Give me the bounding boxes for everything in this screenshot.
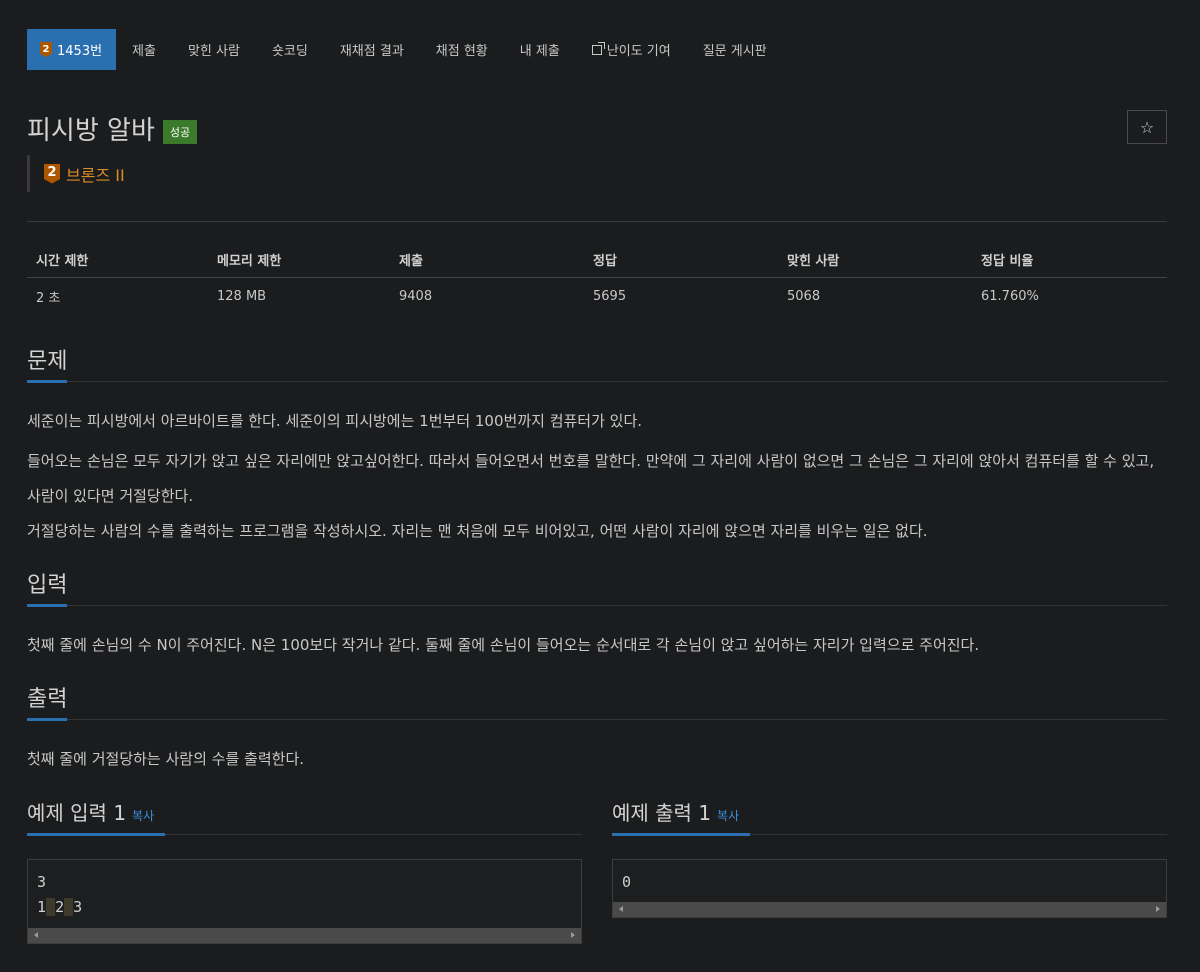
section-title: 입력: [27, 573, 68, 598]
heading-underline: [27, 604, 67, 607]
example-output-box[interactable]: 0: [612, 859, 1167, 918]
table-row: 2 초 128 MB 9408 5695 5068 61.760%: [27, 278, 1167, 314]
example-output-heading: 예제 출력 1 복사: [612, 797, 1167, 836]
table-header-cell: 맞힌 사람: [787, 253, 840, 269]
example-title: 예제 입력 1: [27, 801, 127, 825]
tab-rejudge-results[interactable]: 재채점 결과: [324, 29, 420, 70]
input-description: 첫째 줄에 손님의 수 N이 주어진다. N은 100보다 작거나 같다. 둘째…: [27, 636, 980, 654]
tab-label: 1453번: [57, 44, 103, 59]
example-input-box[interactable]: 3 1 2 3: [27, 859, 582, 944]
status-badge: 성공: [162, 119, 198, 144]
scroll-left-arrow-icon[interactable]: [619, 906, 623, 912]
example-title: 예제 출력 1: [612, 801, 712, 825]
heading-underline: [612, 833, 750, 836]
table-header-cell: 정답 비율: [981, 253, 1034, 269]
horizontal-scrollbar[interactable]: [613, 902, 1166, 917]
code-token: 3: [73, 898, 83, 916]
tab-difficulty-contribution[interactable]: 난이도 기여: [576, 29, 687, 70]
page-title-row: 피시방 알바 성공: [27, 110, 198, 147]
tab-problem-number[interactable]: 2 1453번: [27, 29, 117, 70]
heading-underline: [27, 718, 67, 721]
tab-judge-status[interactable]: 채점 현황: [420, 29, 504, 70]
section-heading-problem: 문제: [27, 343, 1167, 383]
tab-short-coding[interactable]: 숏코딩: [256, 29, 324, 70]
section-title: 문제: [27, 349, 68, 374]
problem-tabs: 2 1453번 제출 맞힌 사람 숏코딩 재채점 결과 채점 현황 내 제출 난…: [27, 29, 783, 70]
tab-solved-users[interactable]: 맞힌 사람: [172, 29, 256, 70]
tier-indicator: 2 브론즈 II: [27, 155, 125, 192]
output-description: 첫째 줄에 거절당하는 사람의 수를 출력한다.: [27, 750, 305, 768]
table-cell: 9408: [399, 288, 433, 304]
problem-paragraph: 거절당하는 사람의 수를 출력하는 프로그램을 작성하시오. 자리는 맨 처음에…: [27, 522, 928, 540]
scroll-right-arrow-icon[interactable]: [571, 932, 575, 938]
tab-my-submissions[interactable]: 내 제출: [504, 29, 576, 70]
table-cell: 5695: [593, 288, 627, 304]
page-title: 피시방 알바: [27, 116, 155, 146]
problem-paragraph: 들어오는 손님은 모두 자기가 앉고 싶은 자리에만 앉고싶어한다. 따라서 들…: [27, 452, 1155, 505]
tier-bronze-icon: 2: [44, 163, 60, 184]
scroll-left-arrow-icon[interactable]: [34, 932, 38, 938]
copy-button[interactable]: 복사: [132, 809, 154, 823]
section-heading-input: 입력: [27, 567, 1167, 607]
tier-label[interactable]: 브론즈 II: [66, 162, 125, 186]
tab-label: 난이도 기여: [606, 44, 671, 59]
example-input-text: 3 1 2 3: [28, 860, 581, 920]
heading-underline: [27, 380, 67, 383]
table-cell: 2 초: [36, 290, 61, 306]
star-button[interactable]: ☆: [1127, 110, 1167, 144]
section-heading-output: 출력: [27, 681, 1167, 721]
section-title: 출력: [27, 687, 68, 712]
external-link-icon: [591, 41, 605, 55]
star-icon: ☆: [1139, 117, 1155, 137]
table-header-row: 시간 제한 메모리 제한 제출 정답 맞힌 사람 정답 비율: [27, 241, 1167, 278]
code-token: 2: [55, 898, 65, 916]
example-output-text: 0: [622, 873, 632, 891]
problem-paragraph: 세준이는 피시방에서 아르바이트를 한다. 세준이의 피시방에는 1번부터 10…: [27, 412, 643, 430]
tab-question-board[interactable]: 질문 게시판: [687, 29, 783, 70]
horizontal-scrollbar[interactable]: [28, 928, 581, 943]
divider: [27, 221, 1167, 222]
table-header-cell: 제출: [399, 253, 423, 269]
heading-underline: [27, 833, 165, 836]
problem-info-table: 시간 제한 메모리 제한 제출 정답 맞힌 사람 정답 비율 2 초 128 M…: [27, 241, 1167, 314]
copy-button[interactable]: 복사: [717, 809, 739, 823]
table-cell: 128 MB: [217, 288, 267, 304]
table-header-cell: 정답: [593, 253, 617, 269]
table-cell: 61.760%: [981, 288, 1039, 304]
code-line: 3: [37, 873, 47, 891]
example-input-heading: 예제 입력 1 복사: [27, 797, 582, 836]
code-token: 1: [37, 898, 47, 916]
table-header-cell: 메모리 제한: [217, 253, 282, 269]
table-cell: 5068: [787, 288, 821, 304]
scroll-right-arrow-icon[interactable]: [1156, 906, 1160, 912]
tier-bronze-icon: 2: [40, 42, 52, 57]
table-header-cell: 시간 제한: [36, 253, 89, 269]
tab-submit[interactable]: 제출: [116, 29, 172, 70]
